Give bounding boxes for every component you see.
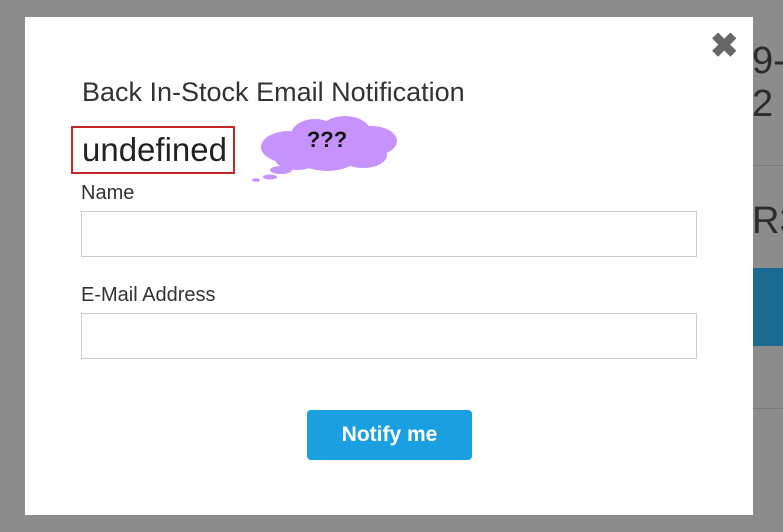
background-button xyxy=(752,268,783,346)
product-name: undefined xyxy=(82,131,227,168)
email-field[interactable] xyxy=(81,313,697,359)
close-icon[interactable]: ✖ xyxy=(710,29,739,63)
background-price-fragment: R3 xyxy=(752,200,783,242)
notify-me-button[interactable]: Notify me xyxy=(307,410,472,460)
modal-title: Back In-Stock Email Notification xyxy=(82,77,465,107)
name-field[interactable] xyxy=(81,211,697,257)
name-label: Name xyxy=(81,182,135,204)
background-divider xyxy=(752,165,783,166)
thought-bubble: ??? xyxy=(252,116,397,182)
thought-bubble-text: ??? xyxy=(307,127,347,152)
background-divider xyxy=(752,408,783,409)
notification-modal: ✖ Back In-Stock Email Notification undef… xyxy=(25,17,753,515)
background-heading-fragment: 9-2 xyxy=(752,40,783,125)
email-label: E-Mail Address xyxy=(81,284,216,306)
